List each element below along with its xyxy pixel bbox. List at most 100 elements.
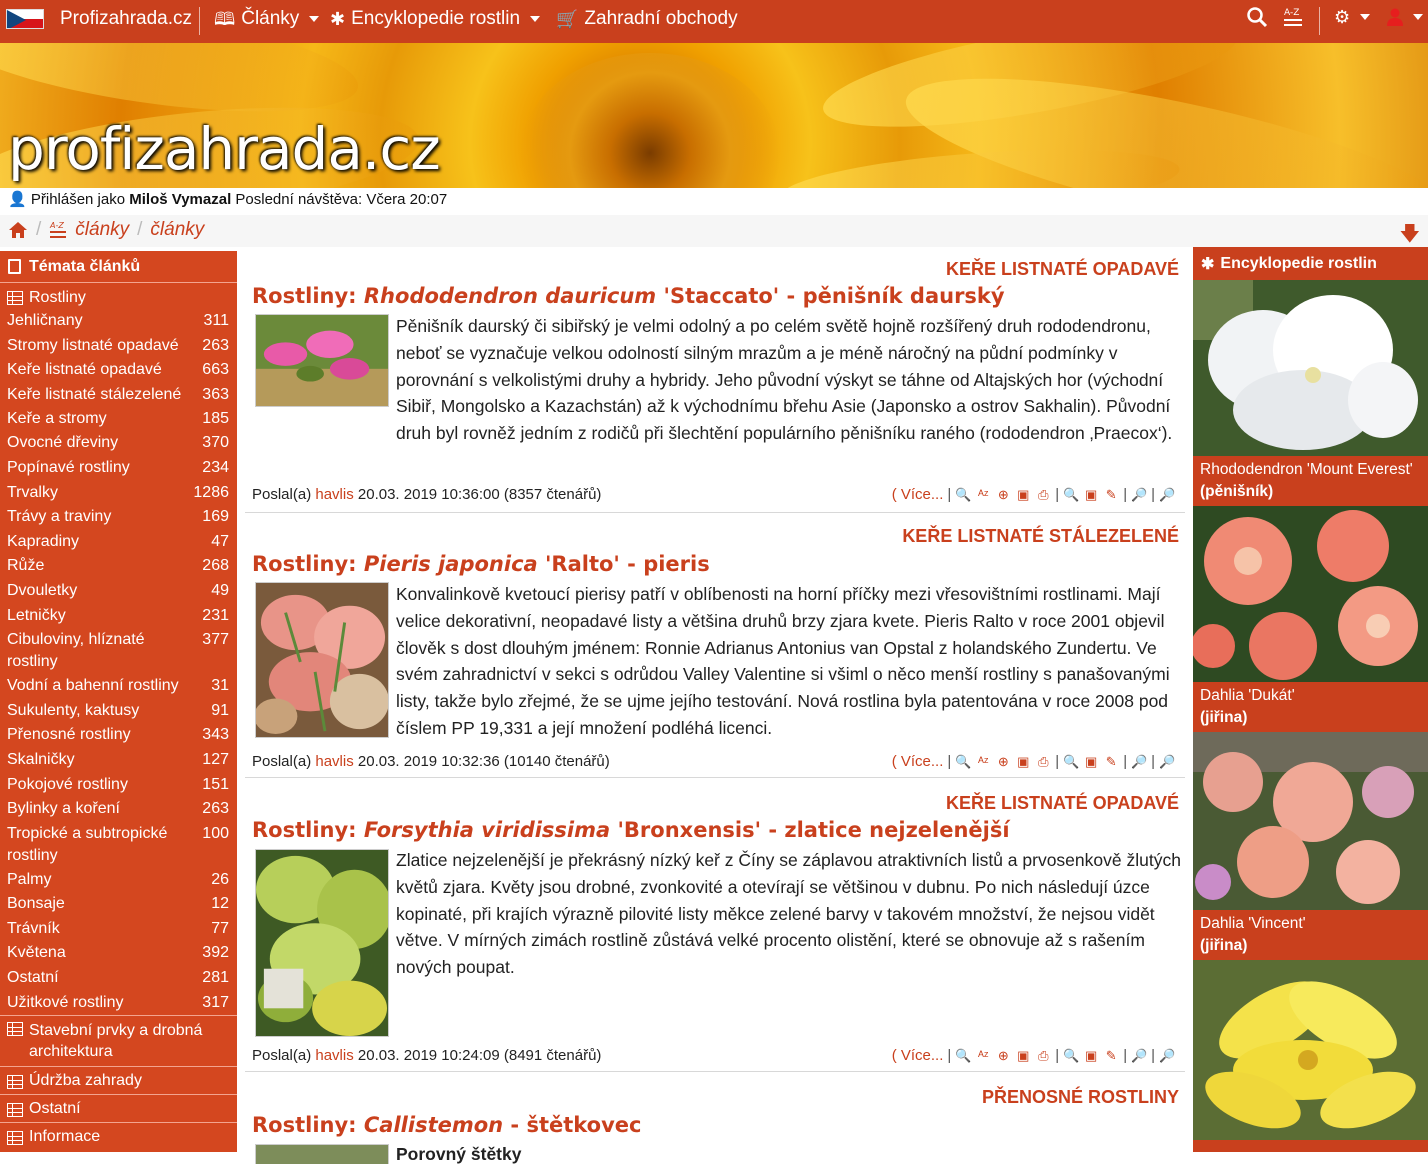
camera-icon[interactable]: ▣ (1083, 1048, 1099, 1063)
user-menu[interactable] (1387, 8, 1423, 26)
camera-icon[interactable]: ▣ (1015, 487, 1031, 502)
plant-image[interactable] (1193, 280, 1428, 456)
author-link[interactable]: havlis (315, 486, 353, 503)
camera-icon[interactable]: ▣ (1015, 1048, 1031, 1063)
sidebar-section-ostatni[interactable]: Ostatní (0, 1094, 237, 1122)
sidebar-topic-item[interactable]: Tropické a subtropické rostliny 100 (0, 822, 237, 868)
sidebar-section-informace[interactable]: Informace (0, 1122, 237, 1150)
sidebar-topic-item[interactable]: Keře a stromy 185 (0, 407, 237, 432)
article-thumbnail[interactable] (255, 314, 389, 407)
home-icon[interactable] (8, 221, 28, 239)
sidebar-section-stavebni[interactable]: Stavební prvky a drobná architektura (0, 1015, 237, 1066)
sidebar-topic-item[interactable]: Letničky 231 (0, 604, 237, 629)
print-icon[interactable]: ⎙ (1035, 754, 1051, 769)
article-thumbnail[interactable] (255, 582, 389, 738)
plant-image[interactable] (1193, 960, 1428, 1140)
print-icon[interactable]: ⎙ (1035, 1048, 1051, 1063)
article-title[interactable]: Rostliny: Rhododendron dauricum 'Staccat… (252, 284, 1005, 308)
author-link[interactable]: havlis (315, 753, 353, 770)
sidebar-topic-item[interactable]: Bylinky a koření 263 (0, 797, 237, 822)
sidebar-topic-item[interactable]: Ostatní 281 (0, 966, 237, 991)
plant-caption[interactable]: Dahlia 'Vincent' (jiřina) (1193, 910, 1428, 960)
more-link[interactable]: ( Více... (892, 1047, 944, 1064)
zoom-circle-icon[interactable]: ⊕ (995, 754, 1011, 769)
article-thumbnail[interactable] (255, 849, 389, 1037)
zoom-circle-icon[interactable]: ⊕ (995, 1048, 1011, 1063)
author-link[interactable]: havlis (315, 1047, 353, 1064)
sidebar-topic-item[interactable]: Sukulenty, kaktusy 91 (0, 699, 237, 724)
sidebar-topic-item[interactable]: Cibuloviny, hlíznaté rostliny 377 (0, 628, 237, 674)
banner-logo[interactable]: profizahrada.cz (8, 115, 441, 183)
zoom-in-icon[interactable]: 🔎 (1159, 487, 1175, 502)
sidebar-topic-item[interactable]: Palmy 26 (0, 868, 237, 893)
sidebar-section-rostliny[interactable]: Rostliny (0, 283, 237, 309)
camera-icon[interactable]: ▣ (1083, 487, 1099, 502)
sidebar-topic-item[interactable]: Jehličnany 311 (0, 309, 237, 334)
sidebar-topic-item[interactable]: Vodní a bahenní rostliny 31 (0, 674, 237, 699)
sidebar-topic-item[interactable]: Přenosné rostliny 343 (0, 723, 237, 748)
sidebar-topic-item[interactable]: Dvouletky 49 (0, 579, 237, 604)
zoom-icon[interactable]: 🔍 (955, 1048, 971, 1063)
article-title[interactable]: Rostliny: Pieris japonica 'Ralto' - pier… (252, 552, 710, 576)
sidebar-topic-item[interactable]: Kapradiny 47 (0, 530, 237, 555)
zoom-in-icon[interactable]: 🔎 (1159, 754, 1175, 769)
sidebar-topic-item[interactable]: Trávník 77 (0, 917, 237, 942)
edit-icon[interactable]: ✎ (1103, 1048, 1119, 1063)
more-link[interactable]: ( Více... (892, 753, 944, 770)
print-icon[interactable]: ⎙ (1035, 487, 1051, 502)
az-index-button[interactable]: A-Z (1283, 6, 1303, 30)
article-category[interactable]: KEŘE LISTNATÉ STÁLEZELENÉ (902, 526, 1179, 547)
sidebar-topic-item[interactable]: Užitkové rostliny 317 (0, 991, 237, 1016)
breadcrumb-current[interactable]: články (150, 219, 204, 241)
search-button[interactable] (1246, 6, 1268, 28)
zoom-icon[interactable]: 🔍 (1063, 1048, 1079, 1063)
article-category[interactable]: PŘENOSNÉ ROSTLINY (982, 1087, 1179, 1108)
settings-menu[interactable]: ⚙ (1334, 8, 1371, 26)
zoom-icon[interactable]: 🔍 (1063, 487, 1079, 502)
article-category[interactable]: KEŘE LISTNATÉ OPADAVÉ (946, 259, 1179, 280)
edit-icon[interactable]: ✎ (1103, 754, 1119, 769)
brand-link[interactable]: Profizahrada.cz (60, 8, 192, 30)
nav-clanky[interactable]: 🕮 Články (214, 8, 320, 30)
nav-obchody[interactable]: 🛒 Zahradní obchody (556, 8, 738, 30)
zoom-in-icon[interactable]: 🔎 (1159, 1048, 1175, 1063)
camera-icon[interactable]: ▣ (1015, 754, 1031, 769)
sidebar-topic-item[interactable]: Keře listnaté stálezelené 363 (0, 383, 237, 407)
nav-encyklopedie[interactable]: ✱ Encyklopedie rostlin (330, 8, 541, 30)
az-icon[interactable]: ᴬᶻ (975, 1048, 991, 1063)
zoom-icon[interactable]: 🔍 (955, 487, 971, 502)
more-link[interactable]: ( Více... (892, 486, 944, 503)
zoom-in-icon[interactable]: 🔎 (1131, 487, 1147, 502)
sidebar-topic-item[interactable]: Květena 392 (0, 941, 237, 966)
zoom-in-icon[interactable]: 🔎 (1131, 1048, 1147, 1063)
plant-caption[interactable]: Dahlia 'Dukát' (jiřina) (1193, 682, 1428, 732)
plant-image[interactable] (1193, 506, 1428, 682)
sidebar-topic-item[interactable]: Trávy a traviny 169 (0, 505, 237, 530)
sidebar-topic-item[interactable]: Popínavé rostliny 234 (0, 456, 237, 481)
sidebar-section-udrzba[interactable]: Údržba zahrady (0, 1066, 237, 1094)
sidebar-topic-item[interactable]: Pokojové rostliny 151 (0, 773, 237, 798)
camera-icon[interactable]: ▣ (1083, 754, 1099, 769)
sidebar-topic-item[interactable]: Keře listnaté opadavé 663 (0, 358, 237, 383)
article-title[interactable]: Rostliny: Forsythia viridissima 'Bronxen… (252, 818, 1010, 842)
article-category[interactable]: KEŘE LISTNATÉ OPADAVÉ (946, 793, 1179, 814)
az-icon[interactable]: ᴬᶻ (975, 487, 991, 502)
zoom-in-icon[interactable]: 🔎 (1131, 754, 1147, 769)
article-thumbnail[interactable] (255, 1144, 389, 1164)
sidebar-topic-item[interactable]: Bonsaje 12 (0, 892, 237, 917)
plant-caption[interactable]: Rhododendron 'Mount Everest' (pěnišník) (1193, 456, 1428, 506)
sidebar-topic-item[interactable]: Trvalky 1286 (0, 481, 237, 506)
breadcrumb-link-clanky[interactable]: články (75, 219, 129, 241)
plant-image[interactable] (1193, 732, 1428, 910)
czech-flag-icon[interactable] (6, 9, 44, 29)
az-icon[interactable]: ᴬᶻ (975, 754, 991, 769)
zoom-icon[interactable]: 🔍 (955, 754, 971, 769)
sidebar-topic-item[interactable]: Stromy listnaté opadavé 263 (0, 334, 237, 359)
zoom-icon[interactable]: 🔍 (1063, 754, 1079, 769)
article-title[interactable]: Rostliny: Callistemon - štětkovec (252, 1113, 641, 1137)
sidebar-topic-item[interactable]: Růže 268 (0, 554, 237, 579)
edit-icon[interactable]: ✎ (1103, 487, 1119, 502)
sidebar-topic-item[interactable]: Ovocné dřeviny 370 (0, 431, 237, 456)
sidebar-topic-item[interactable]: Skalničky 127 (0, 748, 237, 773)
zoom-circle-icon[interactable]: ⊕ (995, 487, 1011, 502)
